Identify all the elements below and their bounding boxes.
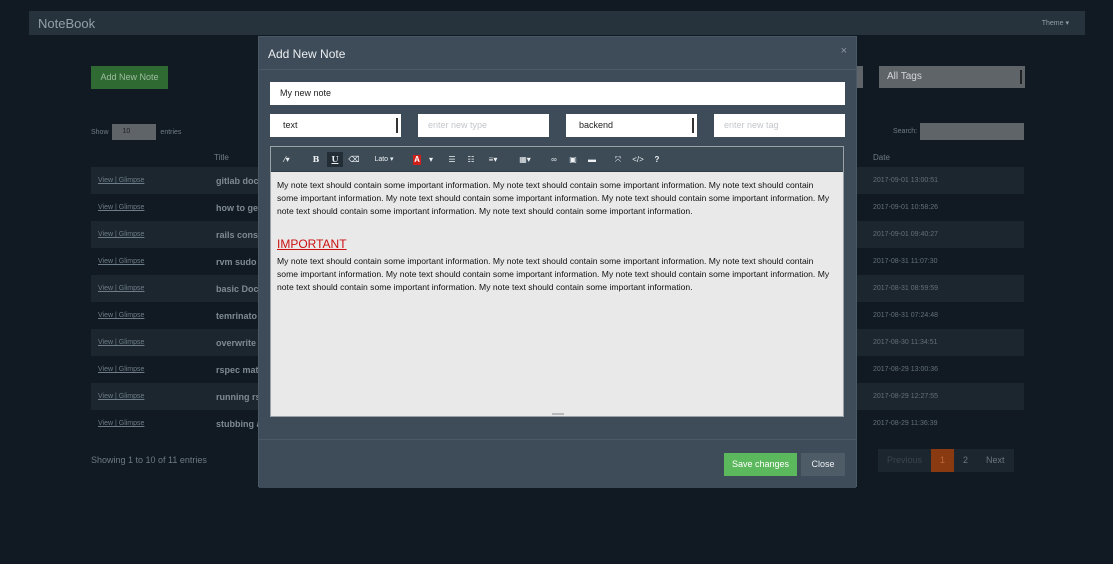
pagination-page-1[interactable]: 1 [931, 449, 955, 472]
note-title-cell: stubbing a [216, 419, 262, 429]
eraser-icon[interactable]: ⌫ [347, 152, 361, 167]
note-date-cell: 2017-08-31 07:24:48 [873, 312, 938, 319]
close-button[interactable]: Close [801, 453, 845, 476]
note-date-cell: 2017-08-30 11:34:51 [873, 339, 938, 346]
picture-icon[interactable]: ▣ [566, 152, 580, 167]
theme-menu[interactable]: Theme ▾ [1042, 19, 1069, 27]
unordered-list-icon[interactable]: ☰ [445, 152, 459, 167]
note-date-cell: 2017-09-01 10:58:26 [873, 204, 938, 211]
add-new-note-button[interactable]: Add New Note [91, 66, 168, 89]
magic-style-icon[interactable]: ⁄▾ [279, 152, 295, 167]
view-glimpse-links[interactable]: View | Glimpse [98, 258, 144, 265]
view-glimpse-links[interactable]: View | Glimpse [98, 285, 144, 292]
tag-filter-select[interactable]: All Tags [879, 66, 1025, 88]
note-date-cell: 2017-08-31 11:07:30 [873, 258, 938, 265]
note-date-cell: 2017-08-29 12:27:55 [873, 393, 938, 400]
new-tag-input[interactable]: enter new tag [714, 114, 845, 137]
help-icon[interactable]: ? [651, 152, 663, 167]
entries-select[interactable]: 10 [112, 124, 157, 140]
note-title-cell: temrinato [216, 311, 258, 321]
note-title-cell: rails conso [216, 230, 264, 240]
note-date-cell: 2017-08-31 08:59:59 [873, 285, 938, 292]
note-date-cell: 2017-09-01 13:00:51 [873, 177, 938, 184]
column-header-date[interactable]: Date [873, 153, 890, 162]
note-title-cell: overwrite [216, 338, 257, 348]
close-icon[interactable]: × [841, 45, 847, 57]
video-icon[interactable]: ▬ [585, 152, 599, 167]
note-date-cell: 2017-08-29 13:00:36 [873, 366, 938, 373]
note-title-cell: gitlab docs [216, 176, 264, 186]
modal-footer: Save changes Close [259, 439, 856, 488]
view-glimpse-links[interactable]: View | Glimpse [98, 177, 144, 184]
view-glimpse-links[interactable]: View | Glimpse [98, 420, 144, 427]
pagination-page-2[interactable]: 2 [954, 449, 978, 472]
column-header-title[interactable]: Title [214, 153, 229, 162]
text-color-icon: A [413, 154, 421, 165]
underline-button[interactable]: U [327, 152, 343, 167]
type-select-value: text [283, 120, 298, 130]
bold-button[interactable]: B [309, 152, 323, 167]
editor-resize-handle[interactable] [552, 413, 564, 415]
note-title-input[interactable]: My new note [270, 82, 845, 105]
editor-toolbar: ⁄▾ B U ⌫ Lato ▾ A ▾ ☰ ☷ ≡▾ ▦▾ ∞ ▣ ▬ ⤧ </… [271, 147, 843, 172]
view-glimpse-links[interactable]: View | Glimpse [98, 339, 144, 346]
view-glimpse-links[interactable]: View | Glimpse [98, 312, 144, 319]
chevron-down-icon [692, 118, 694, 133]
note-editor[interactable]: ⁄▾ B U ⌫ Lato ▾ A ▾ ☰ ☷ ≡▾ ▦▾ ∞ ▣ ▬ ⤧ </… [270, 146, 844, 417]
pagination-next[interactable]: Next [977, 449, 1014, 472]
chevron-down-icon [396, 118, 398, 133]
search-label: Search: [893, 128, 918, 135]
type-filter-select[interactable] [857, 66, 863, 88]
text-color-button[interactable]: A [410, 152, 424, 167]
chevron-down-icon [1020, 70, 1022, 84]
note-title-cell: how to ger [216, 203, 262, 213]
note-date-cell: 2017-09-01 09:40:27 [873, 231, 938, 238]
paragraph-align-icon[interactable]: ≡▾ [483, 152, 503, 167]
note-date-cell: 2017-08-29 11:36:39 [873, 420, 938, 427]
content-heading: IMPORTANT [277, 237, 347, 251]
search-input[interactable] [920, 123, 1024, 140]
content-paragraph: My note text should contain some importa… [277, 256, 830, 292]
view-glimpse-links[interactable]: View | Glimpse [98, 231, 144, 238]
code-view-icon[interactable]: </> [630, 152, 646, 167]
brand-logo[interactable]: NoteBook [38, 16, 95, 31]
table-info: Showing 1 to 10 of 11 entries [91, 455, 207, 465]
entries-length-control: Show 10 entries [91, 124, 181, 140]
note-title-cell: basic Dock [216, 284, 264, 294]
new-type-input[interactable]: enter new type [418, 114, 549, 137]
tag-select-value: backend [579, 120, 614, 130]
editor-content[interactable]: My note text should contain some importa… [277, 179, 833, 294]
pagination: Previous 1 2 Next [878, 449, 1014, 472]
link-icon[interactable]: ∞ [547, 152, 561, 167]
view-glimpse-links[interactable]: View | Glimpse [98, 366, 144, 373]
view-glimpse-links[interactable]: View | Glimpse [98, 204, 144, 211]
table-icon[interactable]: ▦▾ [515, 152, 535, 167]
font-family-dropdown[interactable]: Lato ▾ [371, 152, 397, 167]
content-paragraph: My note text should contain some importa… [277, 180, 830, 216]
note-title-cell: rspec matc [216, 365, 264, 375]
save-changes-button[interactable]: Save changes [724, 453, 797, 476]
ordered-list-icon[interactable]: ☷ [464, 152, 478, 167]
modal-header: Add New Note × [259, 37, 856, 70]
note-title-cell: rvm sudo i [216, 257, 262, 267]
entries-label: entries [160, 128, 182, 136]
modal-title: Add New Note [268, 47, 346, 61]
entries-value: 10 [122, 128, 131, 135]
pagination-previous[interactable]: Previous [878, 449, 932, 472]
note-title-cell: running rs [216, 392, 261, 402]
color-dropdown-icon[interactable]: ▾ [426, 152, 436, 167]
type-select[interactable]: text [270, 114, 401, 137]
tag-filter-value: All Tags [887, 71, 922, 82]
view-glimpse-links[interactable]: View | Glimpse [98, 393, 144, 400]
tag-select[interactable]: backend [566, 114, 697, 137]
navbar: NoteBook Theme ▾ [29, 11, 1085, 35]
show-label: Show [91, 128, 109, 136]
fullscreen-icon[interactable]: ⤧ [611, 152, 625, 167]
